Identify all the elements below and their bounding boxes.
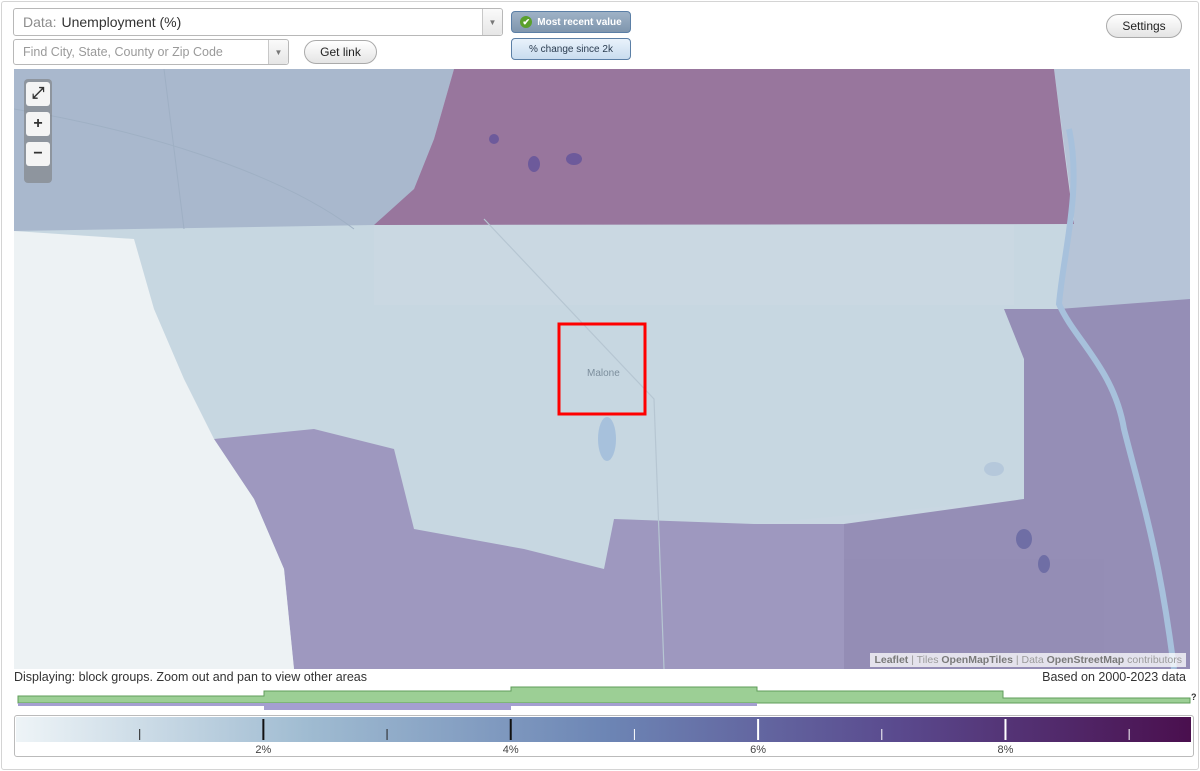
legend-tick-label: 8%	[998, 744, 1014, 756]
attr-osm-link[interactable]: OpenStreetMap	[1047, 654, 1125, 666]
display-status: Displaying: block groups. Zoom out and p…	[14, 670, 367, 684]
legend-tick-label: 4%	[503, 744, 519, 756]
data-range-status: Based on 2000-2023 data	[1042, 670, 1186, 684]
checkmark-icon: ✔	[520, 16, 533, 28]
legend-tick-label: 6%	[750, 744, 766, 756]
region-northwest[interactable]	[14, 69, 454, 231]
choropleth-map[interactable]: ⤢ + − Malone Leaflet | Tiles OpenMapTile…	[14, 69, 1190, 669]
legend-scale: 2% 4% 6% 8%	[16, 717, 1191, 756]
attr-tiles-link[interactable]: OpenMapTiles	[941, 654, 1013, 666]
most-recent-value-label: Most recent value	[537, 16, 622, 28]
help-icon[interactable]: ?	[1191, 692, 1197, 702]
zoom-controls: ⤢ + −	[24, 79, 52, 183]
lake	[598, 417, 616, 461]
data-select-label: Data:	[23, 14, 57, 30]
attr-data-prefix: | Data	[1015, 654, 1044, 666]
get-link-button[interactable]: Get link	[304, 40, 377, 64]
zoom-out-button[interactable]: −	[26, 142, 50, 166]
histogram-purple-band	[18, 703, 757, 710]
most-recent-value-button[interactable]: ✔ Most recent value	[511, 11, 631, 33]
legend-tick-label: 2%	[255, 744, 271, 756]
map-attribution: Leaflet | Tiles OpenMapTiles | Data Open…	[870, 653, 1186, 667]
distribution-histogram	[17, 686, 1191, 710]
chevron-down-icon[interactable]: ▼	[482, 9, 502, 35]
settings-button[interactable]: Settings	[1106, 14, 1182, 38]
search-input[interactable]	[14, 40, 264, 64]
zoom-in-button[interactable]: +	[26, 112, 50, 136]
legend: 2% 4% 6% 8%	[14, 715, 1194, 757]
attr-leaflet-link[interactable]: Leaflet	[874, 654, 908, 666]
data-select[interactable]: Data: Unemployment (%) ▼	[13, 8, 503, 36]
fit-bounds-icon[interactable]: ⤢	[26, 82, 50, 106]
legend-gradient	[16, 717, 1191, 742]
percent-change-button[interactable]: % change since 2k	[511, 38, 631, 60]
attr-tiles-prefix: | Tiles	[911, 654, 939, 666]
chevron-down-icon[interactable]: ▼	[268, 40, 288, 64]
location-search[interactable]: ▼	[13, 39, 289, 65]
app-frame: Data: Unemployment (%) ▼ ▼ Get link Sett…	[1, 1, 1199, 770]
data-select-value: Unemployment (%)	[61, 14, 182, 30]
attr-suffix: contributors	[1127, 654, 1182, 666]
region-north[interactable]	[374, 69, 1074, 225]
place-label: Malone	[587, 368, 620, 379]
histogram-green-band	[17, 686, 1191, 704]
